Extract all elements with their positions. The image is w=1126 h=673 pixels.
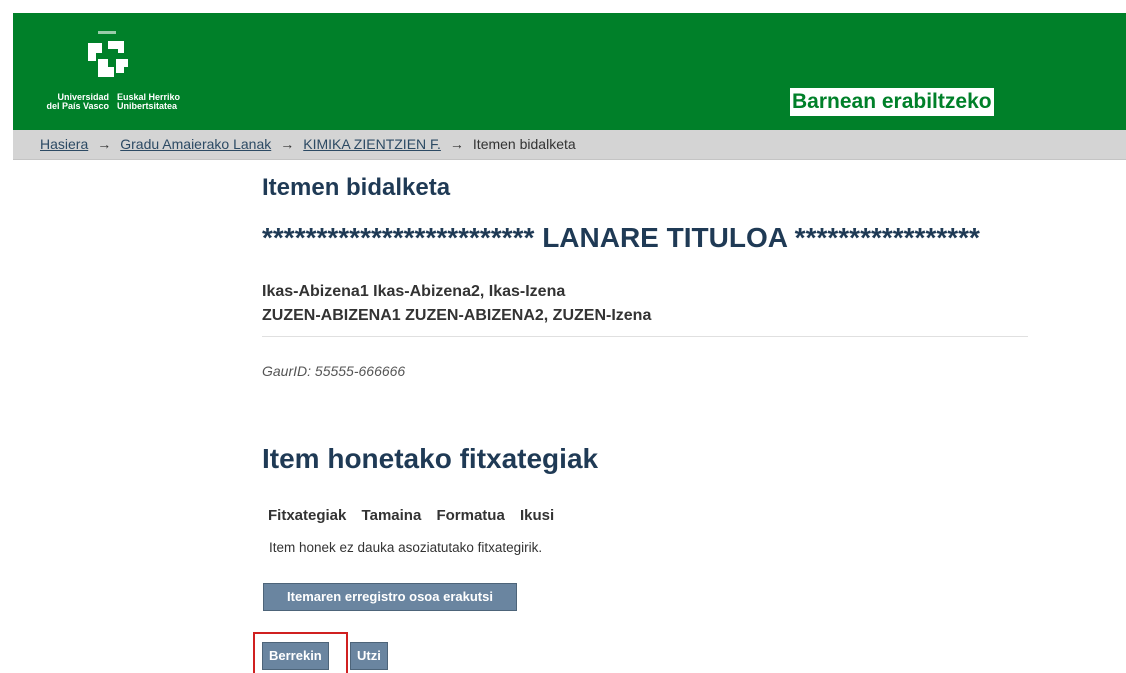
author-advisor: ZUZEN-ABIZENA1 ZUZEN-ABIZENA2, ZUZEN-Ize… — [262, 307, 652, 324]
column-size: Tamaina — [361, 507, 422, 524]
page-title: Itemen bidalketa — [262, 174, 451, 201]
gaur-id: GaurID: 55555-666666 — [262, 363, 406, 379]
logo-text-eu: Euskal Herriko Unibertsitatea — [117, 92, 181, 111]
column-files: Fitxategiak — [268, 507, 347, 524]
logo-text-es: Universidad del País Vasco — [46, 92, 109, 111]
breadcrumb-current: Itemen bidalketa — [472, 136, 576, 152]
breadcrumb-link-faculty[interactable]: KIMIKA ZIENTZIEN F. — [303, 136, 441, 152]
highlight-box — [253, 632, 348, 673]
breadcrumb-arrow-icon: → — [449, 136, 464, 152]
item-authors: Ikas-Abizena1 Ikas-Abizena2, Ikas-Izena … — [262, 280, 1028, 337]
files-table-header: Fitxategiak Tamaina Formatua Ikusi — [268, 507, 565, 524]
breadcrumb-link-home[interactable]: Hasiera — [40, 136, 88, 152]
internal-use-label: Barnean erabiltzeko — [790, 88, 994, 116]
breadcrumb-link-collection[interactable]: Gradu Amaierako Lanak — [120, 136, 271, 152]
breadcrumb-arrow-icon: → — [97, 136, 112, 152]
cancel-button[interactable]: Utzi — [350, 642, 388, 670]
item-title: ************************* LANARE TITULOA… — [262, 222, 980, 253]
university-logo[interactable]: Universidad del País Vasco Euskal Herrik… — [13, 13, 213, 130]
show-full-record-button[interactable]: Itemaren erregistro osoa erakutsi — [263, 583, 517, 611]
upv-ehu-logo-icon — [88, 31, 128, 77]
column-format: Formatua — [436, 507, 505, 524]
files-heading: Item honetako fitxategiak — [262, 443, 599, 474]
no-files-message: Item honek ez dauka asoziatutako fitxate… — [269, 540, 543, 555]
author-student: Ikas-Abizena1 Ikas-Abizena2, Ikas-Izena — [262, 283, 566, 300]
column-view: Ikusi — [519, 507, 555, 524]
breadcrumb: Hasiera → Gradu Amaierako Lanak → KIMIKA ZIE… — [13, 130, 1126, 160]
site-header: Universidad del País Vasco Euskal Herrik… — [13, 13, 1126, 130]
breadcrumb-arrow-icon: → — [280, 136, 295, 152]
